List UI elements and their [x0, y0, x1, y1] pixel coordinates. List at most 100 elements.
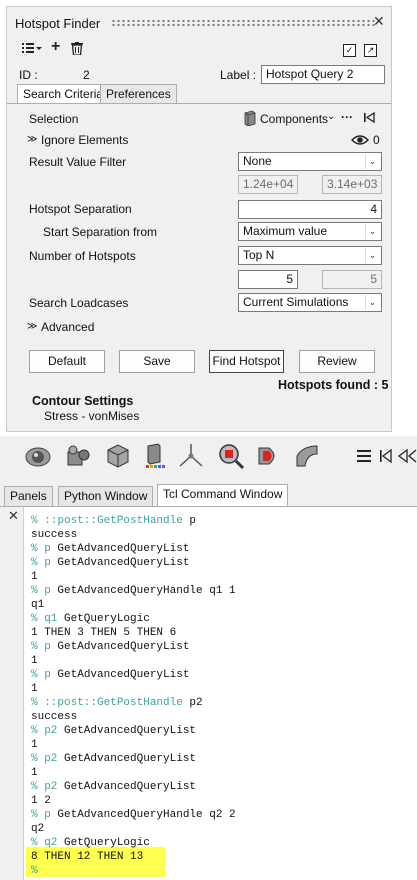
- dock-icon[interactable]: ✓: [343, 44, 356, 57]
- camera-icon[interactable]: [64, 442, 92, 470]
- default-button[interactable]: Default: [29, 350, 105, 373]
- result-value-filter-value: None: [243, 154, 272, 168]
- output-text: q2: [31, 823, 45, 835]
- console-command-line: % q1 GetQueryLogic: [31, 612, 236, 626]
- drag-grip[interactable]: [111, 19, 375, 27]
- command-target: p: [44, 809, 51, 821]
- command-target: p: [44, 641, 51, 653]
- find-hotspot-button[interactable]: Find Hotspot: [209, 350, 284, 373]
- console-output-line: 1 THEN 3 THEN 5 THEN 6: [31, 626, 236, 640]
- command-target: p2: [44, 725, 58, 737]
- console-command-line: %: [31, 864, 236, 878]
- output-text: success: [31, 529, 78, 541]
- tcl-console[interactable]: ✕ % ::post::GetPostHandle p success% p Ge…: [0, 506, 417, 880]
- vector-icon[interactable]: [177, 442, 205, 470]
- chevron-down-icon: ⌄: [327, 111, 336, 122]
- tab-tcl-command-window[interactable]: Tcl Command Window: [157, 484, 289, 506]
- close-icon[interactable]: ✕: [8, 508, 19, 524]
- label-input[interactable]: Hotspot Query 2: [261, 65, 385, 84]
- query-icon[interactable]: [217, 442, 245, 470]
- id-value: 2: [83, 68, 90, 82]
- command-text: GetAdvancedQueryList: [50, 669, 190, 681]
- first-frame-icon[interactable]: [379, 448, 393, 464]
- prompt-symbol: %: [31, 515, 45, 527]
- hotspot-separation-label: Hotspot Separation: [29, 202, 132, 216]
- command-target: p2: [44, 753, 58, 765]
- command-text: GetAdvancedQueryList: [50, 557, 190, 569]
- tab-panels[interactable]: Panels: [4, 486, 53, 506]
- eye-icon[interactable]: [350, 134, 370, 149]
- more-options-icon[interactable]: ···: [341, 110, 353, 124]
- review-button[interactable]: Review: [299, 350, 375, 373]
- hamburger-icon[interactable]: [356, 446, 372, 466]
- start-separation-value: Maximum value: [243, 224, 328, 238]
- chevron-down-icon: ⌄: [365, 248, 379, 263]
- num-hotspots-input[interactable]: 5: [238, 270, 298, 289]
- console-side-bar: ✕: [0, 507, 24, 880]
- close-icon[interactable]: ✕: [373, 13, 385, 30]
- prompt-symbol: %: [31, 865, 38, 877]
- popout-icon[interactable]: ↗: [364, 44, 377, 57]
- search-loadcases-value: Current Simulations: [243, 295, 349, 309]
- prompt-symbol: %: [31, 543, 45, 555]
- console-output-line: success: [31, 528, 236, 542]
- start-separation-label: Start Separation from: [43, 225, 158, 239]
- console-output-line: 1: [31, 682, 236, 696]
- deformed-icon[interactable]: [293, 442, 321, 470]
- components-label: Components: [260, 112, 329, 126]
- component-icon: [244, 110, 256, 126]
- expand-ignore-icon[interactable]: ≫: [27, 134, 37, 145]
- prompt-symbol: %: [31, 613, 45, 625]
- contour-icon[interactable]: [142, 442, 170, 470]
- command-text: GetQueryLogic: [57, 837, 150, 849]
- console-command-line: % p2 GetAdvancedQueryList: [31, 724, 236, 738]
- hotspot-separation-input[interactable]: 4: [238, 200, 382, 219]
- console-command-line: % p GetAdvancedQueryList: [31, 668, 236, 682]
- previous-frame-icon[interactable]: [397, 448, 417, 464]
- list-menu-icon[interactable]: [21, 41, 43, 58]
- filter-min-input: 1.24e+04: [238, 175, 298, 194]
- command-target: p: [44, 669, 51, 681]
- results-toolbar: [0, 436, 417, 478]
- result-value-filter-select[interactable]: None ⌄: [238, 152, 382, 171]
- prompt-symbol: %: [31, 557, 45, 569]
- add-icon[interactable]: +: [51, 38, 60, 56]
- view-icon[interactable]: [24, 442, 52, 470]
- delete-icon[interactable]: [71, 42, 83, 58]
- tab-python-window[interactable]: Python Window: [58, 486, 154, 506]
- save-button[interactable]: Save: [119, 350, 195, 373]
- prompt-symbol: %: [31, 781, 45, 793]
- prompt-symbol: %: [31, 585, 45, 597]
- command-target: p2: [44, 781, 58, 793]
- command-target: ::post::GetPostHandle: [44, 515, 183, 527]
- console-command-line: % p2 GetAdvancedQueryList: [31, 752, 236, 766]
- output-text: 1: [31, 767, 38, 779]
- console-command-line: % p2 GetAdvancedQueryList: [31, 780, 236, 794]
- prompt-symbol: %: [31, 669, 45, 681]
- command-text: p2: [182, 697, 203, 709]
- search-loadcases-select[interactable]: Current Simulations ⌄: [238, 293, 382, 312]
- selection-label: Selection: [29, 112, 79, 126]
- prompt-symbol: %: [31, 641, 45, 653]
- prompt-symbol: %: [31, 809, 45, 821]
- tab-divider: [7, 103, 391, 104]
- search-loadcases-label: Search Loadcases: [29, 296, 129, 310]
- start-separation-select[interactable]: Maximum value ⌄: [238, 222, 382, 241]
- section-cut-icon[interactable]: [255, 442, 283, 470]
- console-output-line: q1: [31, 598, 236, 612]
- result-value-filter-label: Result Value Filter: [29, 155, 127, 169]
- num-hotspots-select[interactable]: Top N ⌄: [238, 246, 382, 265]
- command-text: GetAdvancedQueryList: [50, 641, 190, 653]
- tab-search-criteria[interactable]: Search Criteria: [17, 84, 110, 104]
- console-output[interactable]: % ::post::GetPostHandle p success% p GetA…: [31, 514, 236, 878]
- expand-advanced-icon[interactable]: ≫: [27, 321, 37, 332]
- reset-selection-icon[interactable]: [363, 111, 375, 126]
- cube-icon[interactable]: [104, 442, 132, 470]
- tab-preferences[interactable]: Preferences: [100, 84, 177, 103]
- output-text: success: [31, 711, 78, 723]
- console-output-line: 8 THEN 12 THEN 13: [31, 850, 236, 864]
- contour-settings-value: Stress - vonMises: [44, 409, 140, 423]
- command-text: GetAdvancedQueryList: [50, 543, 190, 555]
- console-command-line: % q2 GetQueryLogic: [31, 836, 236, 850]
- advanced-label[interactable]: Advanced: [41, 320, 94, 334]
